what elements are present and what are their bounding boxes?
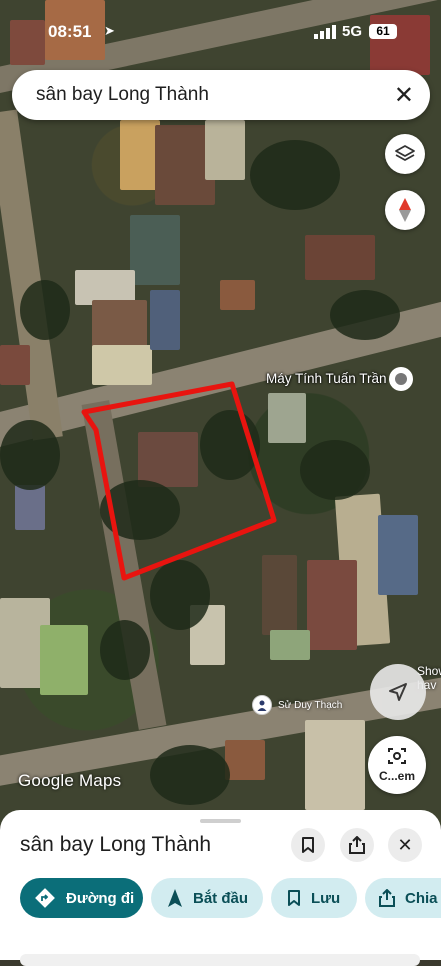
user-marker-label: Sử Duy Thạch bbox=[278, 699, 343, 711]
directions-label: Đường đi bbox=[66, 889, 135, 907]
navigation-arrow-icon bbox=[389, 683, 407, 701]
bookmark-icon bbox=[288, 890, 300, 906]
google-maps-logo: Google Maps bbox=[18, 771, 122, 790]
close-icon: ✕ bbox=[397, 834, 413, 855]
poi-label[interactable]: Máy Tính Tuấn Trần bbox=[266, 371, 387, 386]
close-icon[interactable]: ✕ bbox=[394, 81, 414, 110]
place-sheet[interactable]: sân bay Long Thành ✕ Đường đi Bắt đầu Lư… bbox=[0, 810, 441, 966]
battery-indicator: 61 bbox=[369, 24, 397, 39]
camera-icon bbox=[388, 748, 406, 764]
navigation-arrow-icon bbox=[168, 889, 182, 907]
status-bar: 08:51 ➤ 5G 61 bbox=[0, 0, 441, 60]
drag-handle[interactable] bbox=[200, 819, 241, 823]
content-preview bbox=[20, 954, 420, 966]
person-icon bbox=[257, 700, 267, 711]
search-query[interactable]: sân bay Long Thành bbox=[36, 84, 209, 106]
save-label: Lưu bbox=[311, 889, 341, 907]
network-type: 5G bbox=[342, 23, 363, 40]
share-button[interactable] bbox=[340, 828, 374, 862]
close-sheet-button[interactable]: ✕ bbox=[388, 828, 422, 862]
user-marker[interactable]: Sử Duy Thạch bbox=[252, 695, 342, 715]
layers-icon bbox=[395, 145, 415, 161]
search-bar[interactable]: sân bay Long Thành ✕ bbox=[12, 70, 430, 120]
compass-icon bbox=[399, 198, 411, 222]
camera-label: C...em bbox=[378, 769, 415, 783]
location-arrow-icon: ➤ bbox=[104, 23, 115, 38]
place-title: sân bay Long Thành bbox=[20, 833, 212, 856]
bookmark-icon bbox=[302, 837, 314, 853]
avatar bbox=[252, 695, 272, 715]
share-chip-button[interactable]: Chia bbox=[365, 878, 441, 918]
navigate-button[interactable] bbox=[370, 664, 426, 720]
start-label: Bắt đầu bbox=[193, 889, 249, 907]
directions-button[interactable]: Đường đi bbox=[20, 878, 143, 918]
share-label: Chia bbox=[405, 889, 438, 907]
save-button[interactable]: Lưu bbox=[271, 878, 357, 918]
compass-button[interactable] bbox=[385, 190, 425, 230]
signal-icon bbox=[314, 25, 336, 39]
directions-icon bbox=[35, 888, 55, 908]
poi-pin-icon[interactable] bbox=[389, 367, 413, 391]
share-icon bbox=[379, 889, 395, 907]
start-button[interactable]: Bắt đầu bbox=[151, 878, 263, 918]
layers-button[interactable] bbox=[385, 134, 425, 174]
camera-button[interactable]: C...em bbox=[368, 736, 426, 794]
bookmark-button[interactable] bbox=[291, 828, 325, 862]
status-time: 08:51 bbox=[48, 22, 92, 41]
share-icon bbox=[349, 836, 365, 854]
